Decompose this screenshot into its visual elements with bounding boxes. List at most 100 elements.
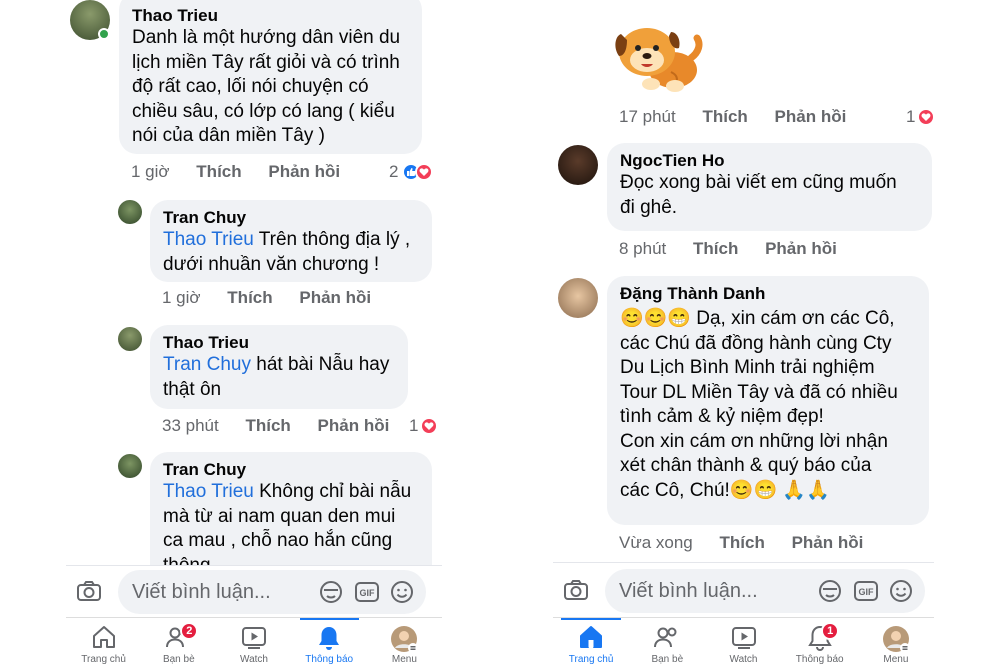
nav-menu[interactable]: Menu	[858, 618, 934, 667]
watch-icon	[730, 624, 758, 655]
svg-text:GIF: GIF	[360, 588, 376, 598]
nav-label: Menu	[391, 654, 417, 665]
comment-input-placeholder: Viết bình luận...	[132, 581, 271, 603]
comment-time: 8 phút	[619, 239, 667, 258]
nav-friends[interactable]: 2 Bạn bè	[141, 618, 216, 667]
avatar[interactable]	[118, 454, 142, 478]
comment-line-text: Trên thông địa lý ,	[253, 229, 411, 250]
comment-line: tình cảm & kỷ niệm đẹp!	[620, 406, 824, 427]
nav-label: Watch	[729, 654, 758, 665]
comment-line: 😊😊😁 Dạ, xin cám ơn các Cô,	[620, 308, 895, 329]
like-button[interactable]: Thích	[693, 239, 738, 259]
comment-list[interactable]: Thao Trieu Danh là một hướng dân viên du…	[66, 0, 442, 565]
comment-bubble[interactable]: Tran Chuy Thao Trieu Không chỉ bài nẫu m…	[150, 452, 432, 565]
reply-button[interactable]: Phản hồi	[775, 107, 847, 127]
avatar-sticker-icon[interactable]	[318, 579, 344, 610]
nav-label: Trang chủ	[81, 654, 126, 665]
friends-icon	[652, 624, 682, 655]
comment-composer: Viết bình luận... GIF	[66, 567, 442, 617]
comment-line: xét chân thành & quý báo của	[620, 455, 872, 476]
comment-line: Danh là một hướng dân viên du	[132, 27, 401, 48]
nav-home[interactable]: Trang chủ	[553, 618, 629, 667]
mention-link[interactable]: Thao Trieu	[163, 229, 254, 250]
avatar-sticker-icon[interactable]	[817, 578, 843, 609]
comment-text: Thao Trieu Không chỉ bài nẫu mà từ ai na…	[163, 480, 420, 565]
comment-time: 1 giờ	[131, 162, 170, 181]
comment-meta: 33 phút Thích Phản hồi	[162, 416, 389, 436]
comment-author[interactable]: Tran Chuy	[163, 208, 420, 228]
reply-button[interactable]: Phản hồi	[318, 416, 390, 436]
avatar[interactable]	[558, 278, 598, 318]
mention-link[interactable]: Thao Trieu	[163, 481, 254, 502]
comment-author[interactable]: Thao Trieu	[132, 6, 410, 26]
mention-link[interactable]: Tran Chuy	[163, 354, 251, 375]
gif-icon[interactable]: GIF	[354, 581, 380, 608]
comment-input[interactable]: Viết bình luận... GIF	[605, 569, 925, 613]
like-button[interactable]: Thích	[720, 533, 765, 553]
like-button[interactable]: Thích	[245, 416, 290, 436]
bell-icon	[316, 624, 342, 657]
comment-line: ca mau , chỗ nao hắn cũng	[163, 530, 393, 551]
avatar[interactable]	[118, 327, 142, 351]
dog-sticker[interactable]	[611, 14, 703, 96]
comment-bubble[interactable]: Thao Trieu Tran Chuy hát bài Nẫu hay thậ…	[150, 325, 408, 409]
nav-home[interactable]: Trang chủ	[66, 618, 141, 667]
nav-watch[interactable]: Watch	[216, 618, 291, 667]
reply-button[interactable]: Phản hồi	[792, 533, 864, 553]
nav-watch[interactable]: Watch	[705, 618, 781, 667]
reply-button[interactable]: Phản hồi	[299, 288, 371, 308]
comment-author[interactable]: Thao Trieu	[163, 333, 396, 353]
comment-line: các Chú đã đồng hành cùng Cty	[620, 332, 892, 354]
comment-ngoctien-ho: NgocTien Ho Đọc xong bài viết em cũng mu…	[553, 143, 934, 263]
reaction-summary[interactable]: 1	[906, 107, 934, 127]
comment-time: 1 giờ	[162, 288, 201, 307]
comment-text: Đọc xong bài viết em cũng muốn đi ghê.	[620, 171, 920, 220]
comment-input[interactable]: Viết bình luận... GIF	[118, 570, 426, 614]
reply-button[interactable]: Phản hồi	[268, 162, 340, 182]
comment-bubble[interactable]: Đặng Thành Danh 😊😊😁 Dạ, xin cám ơn các C…	[607, 276, 929, 525]
comment-composer: Viết bình luận... GIF	[553, 566, 934, 616]
comment-meta: 8 phút Thích Phản hồi	[619, 239, 837, 259]
reaction-summary[interactable]: 2	[389, 162, 434, 182]
nav-label: Trang chủ	[568, 654, 614, 665]
notification-badge: 2	[180, 622, 199, 640]
like-button[interactable]: Thích	[227, 288, 272, 308]
nav-notifications[interactable]: Thông báo	[292, 618, 367, 667]
comment-line: Tour DL Miền Tây và đã có nhiều	[620, 381, 898, 403]
comment-text: Danh là một hướng dân viên du lịch miền …	[132, 26, 410, 149]
avatar[interactable]	[118, 200, 142, 224]
comment-author[interactable]: Tran Chuy	[163, 460, 420, 480]
camera-icon[interactable]	[563, 578, 589, 607]
comment-bubble[interactable]: NgocTien Ho Đọc xong bài viết em cũng mu…	[607, 143, 932, 231]
composer-divider	[553, 562, 934, 563]
like-button[interactable]: Thích	[702, 107, 747, 127]
comment-list[interactable]: 17 phút Thích Phản hồi 1 NgocTien Ho Đọc…	[553, 0, 934, 565]
comment-input-placeholder: Viết bình luận...	[619, 580, 758, 602]
reply-button[interactable]: Phản hồi	[765, 239, 837, 259]
nav-label: Thông báo	[305, 654, 354, 665]
comment-bubble[interactable]: Thao Trieu Danh là một hướng dân viên du…	[119, 0, 422, 154]
like-button[interactable]: Thích	[196, 162, 241, 182]
avatar[interactable]	[558, 145, 598, 185]
nav-notifications[interactable]: 1 Thông báo	[782, 618, 858, 667]
emoji-icon[interactable]	[390, 580, 414, 609]
comment-line: chiều sâu, có lớp có lang ( kiểu	[132, 100, 395, 122]
comment-meta: 1 giờ Thích Phản hồi	[131, 162, 340, 182]
nav-label: Menu	[883, 654, 909, 665]
composer-icons: GIF	[318, 579, 414, 610]
emoji-icon[interactable]	[889, 579, 913, 608]
comment-author[interactable]: NgocTien Ho	[620, 151, 920, 171]
gif-icon[interactable]: GIF	[853, 580, 879, 607]
bottom-nav: Trang chủ Bạn bè Watch 1 Thông báo Menu	[553, 617, 934, 667]
camera-icon[interactable]	[76, 579, 102, 608]
reaction-count: 2	[389, 162, 399, 181]
reaction-summary[interactable]: 1	[409, 416, 439, 436]
sticker-meta: 17 phút Thích Phản hồi	[619, 107, 846, 127]
nav-friends[interactable]: Bạn bè	[629, 618, 705, 667]
comment-bubble[interactable]: Tran Chuy Thao Trieu Trên thông địa lý ,…	[150, 200, 432, 282]
nav-menu[interactable]: Menu	[367, 618, 442, 667]
home-icon	[577, 624, 605, 655]
comment-author[interactable]: Đặng Thành Danh	[620, 284, 917, 304]
comment-meta: Vừa xong Thích Phản hồi	[619, 533, 863, 553]
reaction-count: 1	[906, 107, 916, 126]
